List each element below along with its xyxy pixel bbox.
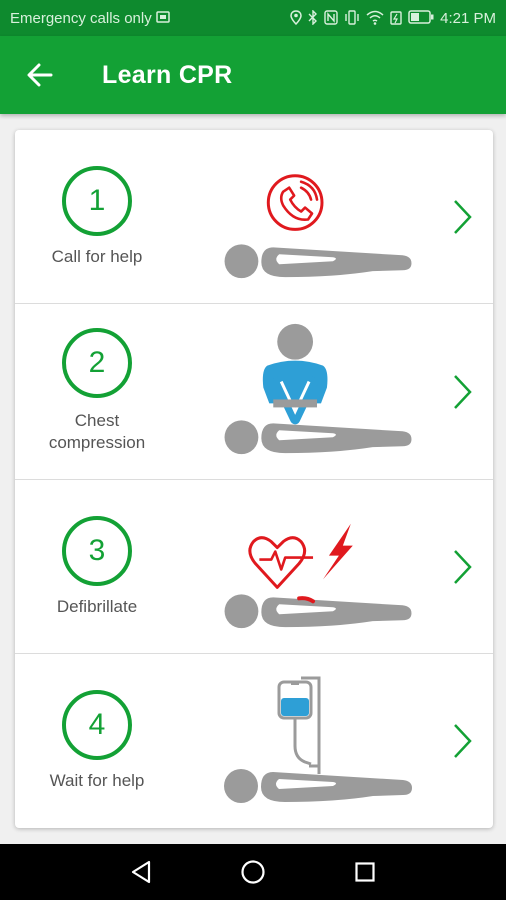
- step-number: 4: [88, 708, 106, 741]
- step-number: 3: [88, 534, 106, 567]
- step-number-circle: 3: [62, 516, 132, 586]
- home-circle-icon[interactable]: [240, 859, 266, 885]
- step-number-circle: 1: [62, 166, 132, 236]
- step-left: 3 Defibrillate: [15, 480, 179, 653]
- back-triangle-icon[interactable]: [128, 859, 154, 885]
- chevron-right-icon: [451, 197, 475, 237]
- status-time: 4:21 PM: [440, 9, 496, 27]
- step-label-text: Chest compression: [48, 411, 146, 452]
- chevron-right-icon: [451, 547, 475, 587]
- chevron-right-icon: [451, 721, 475, 761]
- cpr-steps-card: 1 Call for help 2 Chest compression 3 De…: [15, 130, 493, 828]
- step-row-defibrillate[interactable]: 3 Defibrillate: [15, 480, 493, 654]
- step-label: Chest compression: [15, 410, 179, 454]
- vibrate-icon: [344, 9, 360, 27]
- status-right: 4:21 PM: [290, 8, 496, 27]
- step-left: 2 Chest compression: [15, 304, 179, 479]
- arrow-left-icon: [27, 63, 53, 87]
- system-nav-bar: [0, 844, 506, 900]
- app-bar: Learn CPR: [0, 36, 506, 114]
- step-number-circle: 2: [62, 328, 132, 398]
- battery-saver-icon: [390, 10, 402, 27]
- back-button[interactable]: [0, 36, 80, 114]
- battery-icon: [408, 10, 434, 26]
- status-bar: Emergency calls only 4:21 PM: [0, 0, 506, 36]
- location-icon: [290, 9, 302, 27]
- step-label: Call for help: [51, 247, 143, 266]
- chevron-right-icon: [451, 372, 475, 412]
- bluetooth-icon: [308, 8, 318, 27]
- step-left: 4 Wait for help: [15, 654, 179, 828]
- phone-call-icon: [224, 174, 412, 279]
- nfc-icon: [324, 9, 338, 27]
- status-left: Emergency calls only: [10, 10, 170, 27]
- step-number: 2: [88, 346, 106, 379]
- step-row-wait-for-help[interactable]: 4 Wait for help: [15, 654, 493, 828]
- step-label: Wait for help: [49, 771, 145, 790]
- step-label: Defibrillate: [56, 597, 138, 616]
- step-left: 1 Call for help: [15, 130, 179, 303]
- step-row-call-for-help[interactable]: 1 Call for help: [15, 130, 493, 304]
- carrier-text: Emergency calls only: [10, 9, 152, 27]
- step-number: 1: [88, 184, 106, 217]
- defibrillator-icon: [224, 523, 412, 629]
- page-title: Learn CPR: [102, 60, 233, 89]
- step-number-circle: 4: [62, 690, 132, 760]
- iv-drip-icon: [224, 676, 412, 803]
- step-row-chest-compression[interactable]: 2 Chest compression: [15, 304, 493, 480]
- chest-compression-icon: [224, 323, 412, 455]
- recents-square-icon[interactable]: [352, 859, 378, 885]
- sim-card-icon: [155, 11, 170, 25]
- wifi-icon: [366, 10, 384, 27]
